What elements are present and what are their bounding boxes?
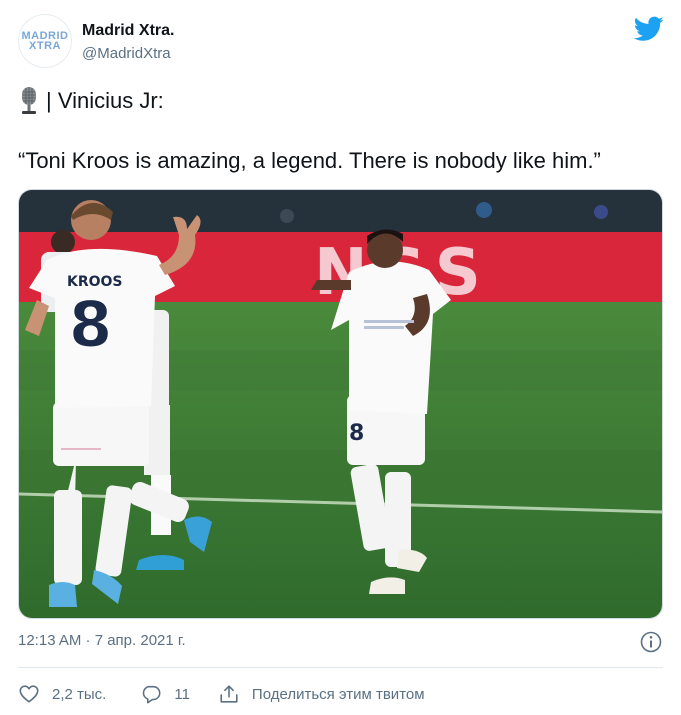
twitter-bird-icon[interactable]: [634, 16, 664, 42]
action-bar: 2,2 тыс. 11 Поделиться этим твитом: [18, 682, 425, 706]
share-button[interactable]: Поделиться этим твитом: [218, 683, 425, 705]
like-count: 2,2 тыс.: [52, 685, 107, 703]
like-button[interactable]: 2,2 тыс.: [18, 683, 106, 705]
avatar-logo: MADRID XTRA: [21, 30, 69, 52]
tweet-timestamp[interactable]: 12:13 AM · 7 апр. 2021 г.: [18, 632, 186, 649]
divider: [18, 667, 663, 668]
speaker-label: | Vinicius Jr:: [46, 88, 164, 113]
kroos-shirt-number: 8: [69, 288, 112, 361]
user-handle[interactable]: @MadridXtra: [82, 45, 171, 62]
vinicius-shorts-number: 8: [349, 421, 364, 446]
microphone-icon: [22, 87, 36, 114]
match-photo-illustration: NSS: [19, 190, 662, 618]
tweet-quote: “Toni Kroos is amazing, a legend. There …: [18, 148, 601, 173]
avatar[interactable]: MADRID XTRA: [18, 14, 72, 68]
display-name[interactable]: Madrid Xtra.: [82, 22, 174, 40]
reply-button[interactable]: 11: [140, 683, 190, 705]
reply-count: 11: [174, 685, 190, 703]
tweet-photo[interactable]: NSS: [18, 189, 663, 619]
tweet-card: MADRID XTRA Madrid Xtra. @MadridXtra | V…: [0, 0, 681, 715]
heart-icon: [19, 685, 39, 703]
tweet-text-line1: | Vinicius Jr:: [18, 86, 164, 116]
share-icon: [220, 685, 238, 703]
reply-icon: [143, 685, 161, 704]
info-icon[interactable]: [640, 631, 662, 653]
share-label: Поделиться этим твитом: [251, 685, 425, 703]
